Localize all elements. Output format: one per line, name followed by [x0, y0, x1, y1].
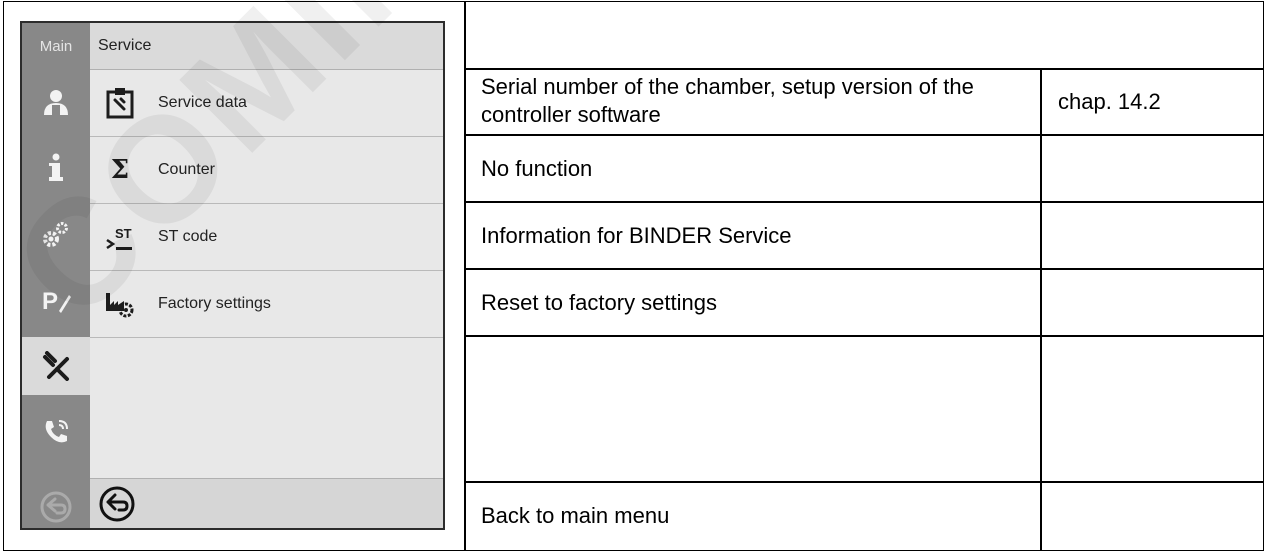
table-divider-right	[1040, 68, 1042, 551]
description-counter: No function	[481, 156, 593, 181]
row-line	[464, 268, 1264, 270]
menu-item-service-data[interactable]: Service data	[90, 70, 443, 137]
row-line	[464, 68, 1264, 70]
menu-item-label: Service data	[158, 94, 247, 111]
back-icon[interactable]	[22, 482, 90, 528]
reference-service-data: chap. 14.2	[1058, 89, 1161, 114]
st-code-icon: ST	[102, 219, 138, 255]
menu-item-label: Factory settings	[158, 295, 271, 312]
sigma-icon: Σ	[110, 155, 130, 185]
user-icon[interactable]	[22, 73, 90, 131]
menu-item-label: Counter	[158, 161, 215, 178]
service-tools-icon[interactable]	[22, 337, 90, 395]
description-st-code: Information for BINDER Service	[481, 223, 792, 248]
description-factory-settings: Reset to factory settings	[481, 290, 717, 315]
bottom-bar	[90, 478, 443, 528]
sidebar: Main P	[22, 23, 90, 528]
settings-gears-icon[interactable]	[22, 205, 90, 263]
row-line	[464, 335, 1264, 337]
menu-item-label: ST code	[158, 228, 218, 245]
menu-item-factory-settings[interactable]: Factory settings	[90, 271, 443, 338]
menu-item-counter[interactable]: Σ Counter	[90, 137, 443, 204]
svg-text:ST: ST	[115, 226, 132, 241]
description-back: Back to main menu	[481, 503, 670, 528]
factory-gear-icon	[102, 286, 138, 322]
svg-text:P: P	[42, 288, 58, 315]
program-edit-icon[interactable]: P	[22, 271, 90, 329]
row-line	[464, 201, 1264, 203]
phone-support-icon[interactable]	[22, 403, 90, 461]
row-line	[464, 481, 1264, 483]
back-arrow-icon[interactable]	[98, 485, 136, 523]
clipboard-wrench-icon	[102, 85, 138, 121]
table-divider-left	[464, 1, 466, 551]
description-service-data: Serial number of the chamber, setup vers…	[481, 74, 974, 127]
menu-item-st-code[interactable]: ST ST code	[90, 204, 443, 271]
menu-title: Service	[90, 23, 443, 70]
row-line	[464, 134, 1264, 136]
tab-main[interactable]: Main	[22, 23, 90, 70]
controller-display: Main P Service Service data Σ Counter ST…	[20, 21, 445, 530]
service-menu: Service Service data Σ Counter ST ST cod…	[90, 23, 443, 528]
info-icon[interactable]	[22, 139, 90, 197]
